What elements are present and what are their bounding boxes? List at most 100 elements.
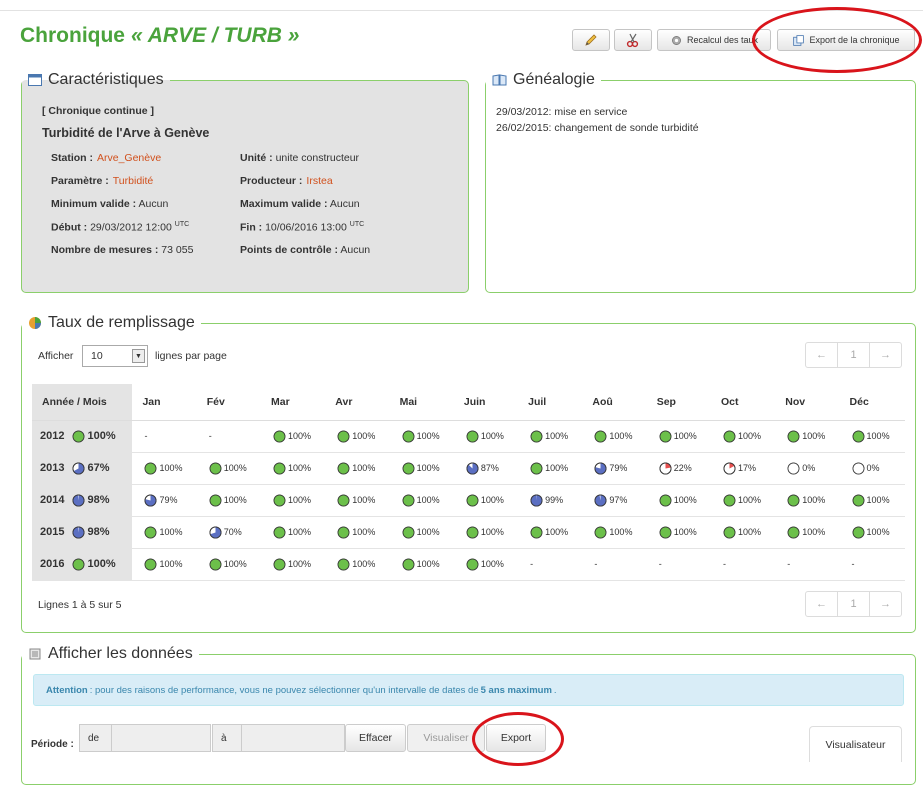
fill-cell: 100% <box>466 558 504 571</box>
fill-percent: 100% <box>545 463 569 473</box>
column-header: Avr <box>325 384 390 421</box>
fill-percent: 100% <box>416 431 440 441</box>
month-cell: - <box>710 548 776 581</box>
fill-cell: 100% <box>787 526 825 539</box>
fill-percent: 100% <box>480 495 504 505</box>
fill-pie-icon <box>402 462 415 474</box>
fill-pie-icon <box>209 462 222 474</box>
recalc-rates-button[interactable]: Recalcul des taux <box>657 29 771 51</box>
fill-cell: 100% <box>594 430 632 443</box>
fill-percent: 100% <box>416 559 440 569</box>
min-valid-field: Minimum valide : Aucun <box>51 198 169 210</box>
pencil-icon <box>585 34 597 46</box>
prev-page-button[interactable]: ← <box>806 343 837 367</box>
tab-visualisateur[interactable]: Visualisateur <box>809 726 902 762</box>
fill-pie-icon <box>72 494 85 506</box>
fill-pie-icon <box>72 526 85 538</box>
end-date-input[interactable] <box>241 724 345 752</box>
fill-pie-icon <box>530 526 543 538</box>
fill-cell: 100% <box>402 526 440 539</box>
year-cell: 2012 100% <box>32 420 133 453</box>
fill-pie-icon <box>787 526 800 538</box>
fill-pie-icon <box>209 558 222 570</box>
page-number-button[interactable]: 1 <box>837 343 869 367</box>
genealogy-entry: 26/02/2015: changement de sonde turbidit… <box>496 122 699 134</box>
fill-percent: 100% <box>288 463 312 473</box>
fill-percent: 0% <box>802 463 816 473</box>
clear-button[interactable]: Effacer <box>345 724 406 752</box>
fill-pie-icon <box>273 462 286 474</box>
next-page-button[interactable]: → <box>869 343 901 367</box>
parameter-link[interactable]: Turbidité <box>113 175 153 187</box>
producer-link[interactable]: Irstea <box>306 175 332 187</box>
month-cell: 0% <box>839 452 905 485</box>
fill-pie-icon <box>337 526 350 538</box>
max-valid-field: Maximum valide : Aucun <box>240 198 360 210</box>
prev-page-button[interactable]: ← <box>806 592 837 616</box>
fill-pie-icon <box>594 430 607 442</box>
fill-pie-icon <box>72 430 85 442</box>
fill-percent: 100% <box>480 431 504 441</box>
fill-pie-icon <box>852 526 865 538</box>
month-cell: 100% <box>389 452 454 485</box>
month-cell: 100% <box>196 452 262 485</box>
table-row: 2015 98% 100% 70% 100% 100% 100% 100% 100% 100% 10… <box>32 516 905 549</box>
genealogy-panel: Généalogie <box>485 71 916 293</box>
fill-percent: 100% <box>416 495 440 505</box>
characteristics-title: Caractéristiques <box>48 71 164 88</box>
month-cell: 100% <box>196 484 262 517</box>
month-cell: 100% <box>325 420 390 453</box>
view-button[interactable]: Visualiser <box>407 724 485 752</box>
fill-percent: 100% <box>223 559 247 569</box>
chronicle-kind: [ Chronique continue ] <box>42 105 154 117</box>
fill-cell: 100% <box>466 526 504 539</box>
fill-cell: 100% <box>659 526 697 539</box>
fill-pie-icon <box>273 526 286 538</box>
performance-alert: Attention : pour des raisons de performa… <box>33 674 904 706</box>
fill-cell: 100% <box>402 430 440 443</box>
fill-pie-icon <box>723 526 736 538</box>
month-cell: 100% <box>839 420 905 453</box>
column-header: Déc <box>839 384 905 421</box>
fill-cell: 100% <box>594 526 632 539</box>
fill-percent: 100% <box>352 559 376 569</box>
month-cell: 100% <box>775 484 840 517</box>
month-cell: 100% <box>325 516 390 549</box>
fill-percent: 99% <box>545 495 564 505</box>
fill-percent: 100% <box>545 527 569 537</box>
table-header-row: Année / Mois Jan Fév Mar Avr Mai Juin Juil Aoû Se… <box>32 384 905 421</box>
fill-percent: 100% <box>802 431 826 441</box>
fill-cell: 100% <box>530 462 568 475</box>
fill-percent: 79% <box>609 463 628 473</box>
export-chronicle-button[interactable]: Export de la chronique <box>777 29 915 51</box>
genealogy-title: Généalogie <box>513 71 595 88</box>
column-header: Juin <box>453 384 519 421</box>
month-cell: 100% <box>518 516 583 549</box>
data-display-legend: Afficher les données <box>22 645 199 663</box>
fill-cell: 100% <box>273 462 311 475</box>
edit-button[interactable] <box>572 29 610 51</box>
fill-pie-icon <box>659 462 672 474</box>
next-page-button[interactable]: → <box>869 592 901 616</box>
fill-cell: 98% <box>72 526 110 539</box>
fill-pie-icon <box>273 430 286 442</box>
cut-button[interactable] <box>614 29 652 51</box>
month-cell: 100% <box>453 516 519 549</box>
month-cell: 100% <box>389 420 454 453</box>
fill-cell: 100% <box>723 494 761 507</box>
fill-pie-icon <box>594 526 607 538</box>
page-size-select[interactable]: 10 ▼ <box>82 345 148 367</box>
fill-pie-icon <box>337 558 350 570</box>
month-cell: 100% <box>261 420 326 453</box>
start-date-input[interactable] <box>111 724 211 752</box>
fill-pie-icon <box>144 462 157 474</box>
station-field: Station : Arve_Genève <box>51 152 162 164</box>
station-link[interactable]: Arve_Genève <box>97 152 161 164</box>
page-number-button[interactable]: 1 <box>837 592 869 616</box>
export-data-button[interactable]: Export <box>486 724 546 752</box>
fill-rate-legend: Taux de remplissage <box>22 314 201 332</box>
top-separator <box>0 10 923 11</box>
fill-cell: 100% <box>273 430 311 443</box>
fill-pie-icon <box>337 494 350 506</box>
page-title-prefix: Chronique <box>20 24 125 47</box>
